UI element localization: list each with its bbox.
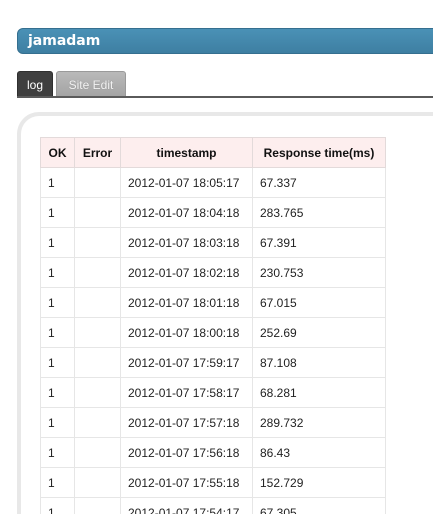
cell-error xyxy=(74,227,121,258)
cell-ok: 1 xyxy=(40,227,75,258)
table-row: 1 2012-01-07 18:05:17 67.337 xyxy=(40,167,386,198)
cell-response-time: 67.391 xyxy=(252,227,386,258)
cell-response-time: 152.729 xyxy=(252,467,386,498)
column-header-error[interactable]: Error xyxy=(74,137,121,168)
table-row: 1 2012-01-07 17:59:17 87.108 xyxy=(40,347,386,378)
cell-response-time: 252.69 xyxy=(252,317,386,348)
table-row: 1 2012-01-07 17:58:17 68.281 xyxy=(40,377,386,408)
cell-response-time: 67.305 xyxy=(252,497,386,514)
tab-log[interactable]: log xyxy=(17,71,53,97)
cell-response-time: 289.732 xyxy=(252,407,386,438)
page: jamadam log Site Edit OK Error timestamp… xyxy=(0,0,433,514)
site-header-bar: jamadam xyxy=(17,28,433,54)
table-header-row: OK Error timestamp Response time(ms) xyxy=(40,137,386,168)
cell-error xyxy=(74,317,121,348)
cell-ok: 1 xyxy=(40,167,75,198)
cell-response-time: 86.43 xyxy=(252,437,386,468)
cell-response-time: 67.337 xyxy=(252,167,386,198)
table-row: 1 2012-01-07 17:55:18 152.729 xyxy=(40,467,386,498)
cell-error xyxy=(74,347,121,378)
cell-ok: 1 xyxy=(40,467,75,498)
column-header-ok[interactable]: OK xyxy=(40,137,75,168)
table-row: 1 2012-01-07 18:03:18 67.391 xyxy=(40,227,386,258)
cell-error xyxy=(74,377,121,408)
cell-response-time: 68.281 xyxy=(252,377,386,408)
table-row: 1 2012-01-07 18:04:18 283.765 xyxy=(40,197,386,228)
cell-ok: 1 xyxy=(40,317,75,348)
cell-timestamp: 2012-01-07 17:58:17 xyxy=(120,377,253,408)
cell-ok: 1 xyxy=(40,407,75,438)
cell-timestamp: 2012-01-07 17:56:18 xyxy=(120,437,253,468)
table-row: 1 2012-01-07 18:02:18 230.753 xyxy=(40,257,386,288)
tab-divider xyxy=(17,96,433,98)
cell-timestamp: 2012-01-07 18:05:17 xyxy=(120,167,253,198)
table-row: 1 2012-01-07 17:57:18 289.732 xyxy=(40,407,386,438)
cell-timestamp: 2012-01-07 18:00:18 xyxy=(120,317,253,348)
cell-timestamp: 2012-01-07 18:04:18 xyxy=(120,197,253,228)
cell-error xyxy=(74,407,121,438)
table-row: 1 2012-01-07 18:01:18 67.015 xyxy=(40,287,386,318)
cell-timestamp: 2012-01-07 17:54:17 xyxy=(120,497,253,514)
cell-ok: 1 xyxy=(40,287,75,318)
cell-error xyxy=(74,287,121,318)
cell-ok: 1 xyxy=(40,197,75,228)
cell-timestamp: 2012-01-07 18:01:18 xyxy=(120,287,253,318)
cell-error xyxy=(74,467,121,498)
cell-error xyxy=(74,497,121,514)
cell-ok: 1 xyxy=(40,497,75,514)
table-row: 1 2012-01-07 17:54:17 67.305 xyxy=(40,497,386,514)
cell-timestamp: 2012-01-07 17:57:18 xyxy=(120,407,253,438)
cell-response-time: 230.753 xyxy=(252,257,386,288)
tab-site-edit[interactable]: Site Edit xyxy=(56,71,126,97)
cell-error xyxy=(74,167,121,198)
cell-error xyxy=(74,197,121,228)
cell-timestamp: 2012-01-07 17:55:18 xyxy=(120,467,253,498)
cell-response-time: 283.765 xyxy=(252,197,386,228)
cell-timestamp: 2012-01-07 17:59:17 xyxy=(120,347,253,378)
cell-response-time: 87.108 xyxy=(252,347,386,378)
cell-response-time: 67.015 xyxy=(252,287,386,318)
cell-timestamp: 2012-01-07 18:03:18 xyxy=(120,227,253,258)
cell-ok: 1 xyxy=(40,257,75,288)
table-row: 1 2012-01-07 17:56:18 86.43 xyxy=(40,437,386,468)
column-header-timestamp[interactable]: timestamp xyxy=(120,137,253,168)
cell-ok: 1 xyxy=(40,347,75,378)
cell-ok: 1 xyxy=(40,437,75,468)
column-header-response-time[interactable]: Response time(ms) xyxy=(252,137,386,168)
cell-ok: 1 xyxy=(40,377,75,408)
cell-timestamp: 2012-01-07 18:02:18 xyxy=(120,257,253,288)
table-row: 1 2012-01-07 18:00:18 252.69 xyxy=(40,317,386,348)
cell-error xyxy=(74,437,121,468)
site-title: jamadam xyxy=(28,33,101,49)
log-table: OK Error timestamp Response time(ms) 1 2… xyxy=(40,137,386,514)
cell-error xyxy=(74,257,121,288)
